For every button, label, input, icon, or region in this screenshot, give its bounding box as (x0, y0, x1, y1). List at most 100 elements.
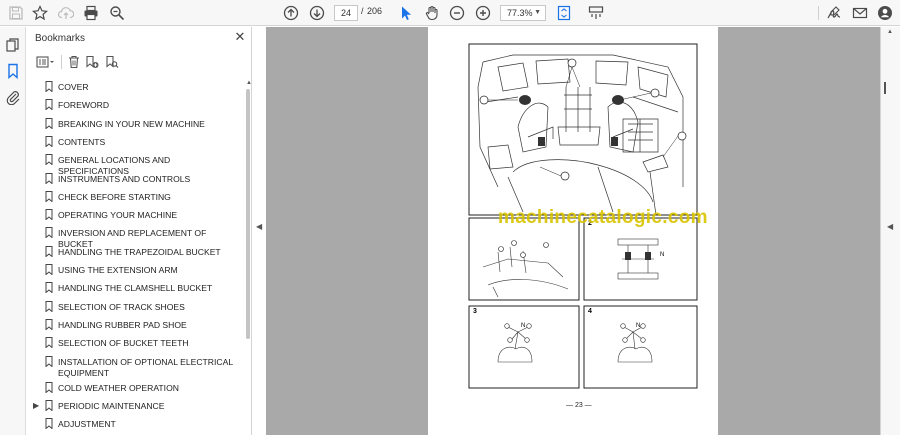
bookmark-item[interactable]: ADJUSTMENT (27, 418, 245, 434)
arrow-up-circle-icon[interactable] (281, 3, 301, 23)
bookmark-icon (45, 190, 53, 202)
bookmark-options-icon[interactable] (33, 53, 59, 71)
page-total: 206 (367, 6, 383, 16)
find-bookmark-icon[interactable] (103, 53, 121, 71)
bookmark-icon (45, 81, 53, 92)
scroll-up-arrow[interactable]: ▲ (246, 80, 252, 86)
bookmark-label: USING THE EXTENSION ARM (58, 265, 178, 275)
bookmark-item[interactable]: HANDLING RUBBER PAD SHOE (27, 318, 245, 335)
panel-number-4: 4 (588, 308, 592, 315)
bookmark-label: ADJUSTMENT (58, 419, 116, 430)
sign-icon[interactable] (824, 3, 844, 23)
page-thumbnails-icon[interactable] (3, 35, 23, 55)
document-page: 2 3 4 N N N machinecatalogic.com — 23 — (428, 27, 718, 435)
top-toolbar: 24 / 206 77.3% ▼ (0, 0, 900, 26)
arrow-down-circle-icon[interactable] (307, 3, 327, 23)
bookmark-item[interactable]: BREAKING IN YOUR NEW MACHINE (27, 117, 245, 134)
scroll-up-arrow[interactable]: ▲ (887, 29, 893, 35)
bookmark-list: COVER FOREWORD BREAKING IN YOUR NEW MACHIN… (27, 79, 245, 435)
chevron-right-icon[interactable]: ▶ (33, 401, 39, 410)
bookmark-icon (45, 381, 53, 393)
bookmark-scrollbar-thumb[interactable] (246, 89, 250, 339)
bookmark-icon (45, 99, 53, 111)
hand-icon[interactable] (422, 3, 442, 23)
delete-icon[interactable] (65, 53, 83, 71)
bookmark-item[interactable]: COLD WEATHER OPERATION (27, 381, 245, 398)
cursor-icon[interactable] (396, 3, 416, 23)
page-separator: / (361, 6, 364, 16)
page-illustration (468, 43, 698, 389)
bookmark-icon (45, 300, 53, 312)
bookmark-panel-icon[interactable] (3, 61, 23, 81)
bookmark-label: OPERATING YOUR MACHINE (58, 210, 178, 221)
bookmark-item[interactable]: INSTALLATION OF OPTIONAL ELECTRICAL EQUI… (27, 355, 245, 380)
document-viewer: 2 3 4 N N N machinecatalogic.com — 23 — (266, 27, 880, 435)
bookmark-item[interactable]: OPERATING YOUR MACHINE (27, 209, 245, 225)
bookmark-icon (45, 264, 53, 275)
bookmark-item[interactable]: USING THE EXTENSION ARM (27, 264, 245, 280)
bookmark-label: SELECTION OF BUCKET TEETH (58, 338, 189, 349)
expand-right-icon[interactable]: ◀ (887, 222, 893, 231)
bookmark-icon (45, 172, 53, 184)
bookmark-label: CONTENTS (58, 136, 106, 147)
bookmark-item[interactable]: SELECTION OF BUCKET TEETH (27, 337, 245, 353)
bookmark-label: HANDLING THE TRAPEZOIDAL BUCKET (58, 246, 221, 257)
bookmark-label: PERIODIC MAINTENANCE (58, 400, 165, 411)
close-icon[interactable]: ✕ (233, 30, 247, 44)
bookmark-item[interactable]: HANDLING THE TRAPEZOIDAL BUCKET (27, 245, 245, 262)
shift-label-n: N (660, 252, 665, 258)
star-icon[interactable] (30, 3, 50, 23)
attachment-icon[interactable] (3, 87, 23, 107)
document-scrollbar-thumb[interactable] (884, 82, 886, 94)
account-icon[interactable] (875, 3, 895, 23)
cloud-upload-icon[interactable] (56, 3, 76, 23)
bookmark-label: HANDLING THE CLAMSHELL BUCKET (58, 283, 213, 294)
left-tool-rail (0, 27, 26, 435)
bookmark-item[interactable]: CHECK BEFORE STARTING (27, 190, 245, 207)
zoom-level-value: 77.3% (507, 8, 533, 18)
bookmark-label: SELECTION OF TRACK SHOES (58, 301, 185, 312)
bookmark-label: INSTRUMENTS AND CONTROLS (58, 173, 191, 184)
bookmark-label: BREAKING IN YOUR NEW MACHINE (58, 118, 205, 129)
zoom-level-select[interactable]: 77.3% ▼ (500, 5, 546, 21)
bookmark-item[interactable]: FOREWORD (27, 99, 245, 115)
save-icon[interactable] (6, 3, 26, 23)
bookmark-label: COVER (58, 82, 89, 92)
bookmark-icon (45, 318, 53, 330)
bookmark-icon (45, 245, 53, 257)
scroll-mode-icon[interactable] (586, 3, 606, 23)
chevron-down-icon: ▼ (534, 9, 541, 16)
zoom-in-icon[interactable] (473, 3, 493, 23)
bookmark-item[interactable]: COVER (27, 81, 245, 97)
right-rail: ▲ ◀ (880, 27, 900, 435)
bookmark-item[interactable]: SELECTION OF TRACK SHOES (27, 300, 245, 317)
bookmark-icon (45, 355, 53, 367)
panel-splitter[interactable]: ◀ (253, 27, 266, 435)
panel-title: Bookmarks (35, 33, 86, 44)
bookmark-label: HANDLING RUBBER PAD SHOE (58, 319, 187, 330)
bookmark-item[interactable]: INVERSION AND REPLACEMENT OF BUCKET (27, 227, 245, 249)
bookmark-icon (45, 117, 53, 129)
email-icon[interactable] (850, 3, 870, 23)
search-zoom-icon[interactable] (107, 3, 127, 23)
bookmark-icon (45, 154, 53, 166)
panel-number-3: 3 (473, 308, 477, 315)
bookmark-item[interactable]: HANDLING THE CLAMSHELL BUCKET (27, 282, 245, 298)
zoom-out-icon[interactable] (447, 3, 467, 23)
print-icon[interactable] (81, 3, 101, 23)
bookmark-icon (45, 282, 53, 294)
fit-page-icon[interactable] (554, 3, 574, 23)
new-bookmark-icon[interactable] (83, 53, 101, 71)
bookmark-icon (45, 135, 53, 147)
page-footer-number: — 23 — (566, 402, 592, 409)
page-number-input[interactable]: 24 (334, 5, 358, 21)
bookmark-label: INSTALLATION OF OPTIONAL ELECTRICAL EQUI… (58, 356, 233, 378)
bookmark-item[interactable]: GENERAL LOCATIONS AND SPECIFICATIONS (27, 154, 245, 176)
bookmark-label: COLD WEATHER OPERATION (58, 382, 179, 393)
collapse-left-icon[interactable]: ◀ (256, 222, 262, 231)
shift-label-n: N (636, 323, 641, 329)
bookmark-item[interactable]: INSTRUMENTS AND CONTROLS (27, 172, 245, 189)
bookmark-item[interactable]: CONTENTS (27, 135, 245, 152)
bookmark-item[interactable]: ▶ PERIODIC MAINTENANCE (27, 399, 245, 416)
watermark-text: machinecatalogic.com (498, 207, 708, 228)
